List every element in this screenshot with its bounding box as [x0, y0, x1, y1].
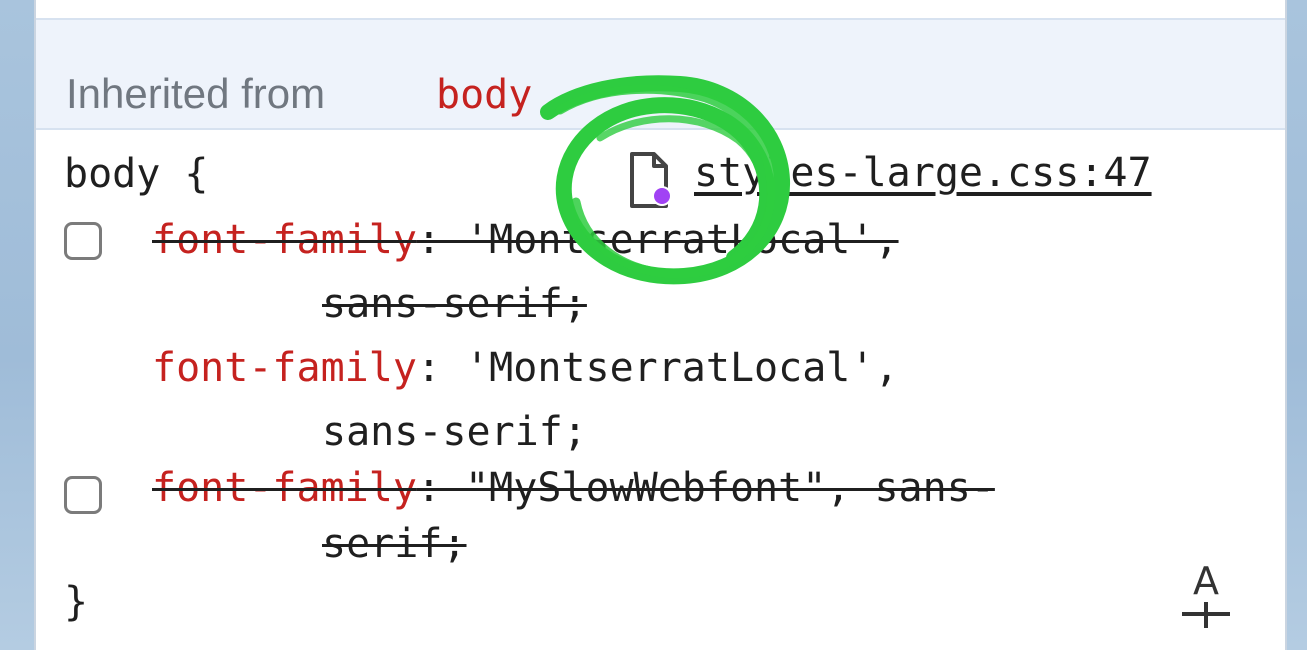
declaration-checkbox[interactable]	[64, 476, 102, 514]
declaration-2-value: : 'MontserratLocal',	[416, 345, 899, 391]
declaration-3-value: : "MySlowWebfont", sans-	[416, 465, 995, 511]
source-file-link[interactable]: styles-large.css:47	[694, 150, 1152, 196]
previous-section-edge	[36, 0, 1285, 20]
declaration-1-property: font-family	[152, 217, 417, 263]
inherited-section-header: Inherited from body	[36, 20, 1285, 130]
font-editor-icon[interactable]: A	[1178, 560, 1234, 632]
declaration-checkbox[interactable]	[64, 222, 102, 260]
styles-pane: Inherited from body body { styles-large.…	[34, 0, 1287, 650]
rule-closing-brace: }	[64, 579, 89, 625]
inherited-label: Inherited from	[66, 70, 326, 117]
declaration-3-property: font-family	[152, 465, 417, 511]
declaration-1-line-1[interactable]: font-family: 'MontserratLocal',	[152, 216, 899, 264]
declaration-3-line-2: serif;	[322, 521, 467, 567]
file-icon	[630, 152, 672, 208]
declaration-3-line-1[interactable]: font-family: "MySlowWebfont", sans-	[152, 464, 995, 512]
inherited-selector-link[interactable]: body	[436, 72, 532, 118]
declaration-1-value: : 'MontserratLocal',	[416, 217, 899, 263]
declaration-2-line-2: sans-serif;	[322, 409, 587, 455]
svg-text:A: A	[1193, 560, 1219, 603]
declaration-2-line-1[interactable]: font-family: 'MontserratLocal',	[152, 344, 899, 392]
declaration-1-line-2: sans-serif;	[322, 281, 587, 327]
rule-selector[interactable]: body {	[64, 150, 209, 198]
declaration-2-property: font-family	[152, 345, 417, 391]
